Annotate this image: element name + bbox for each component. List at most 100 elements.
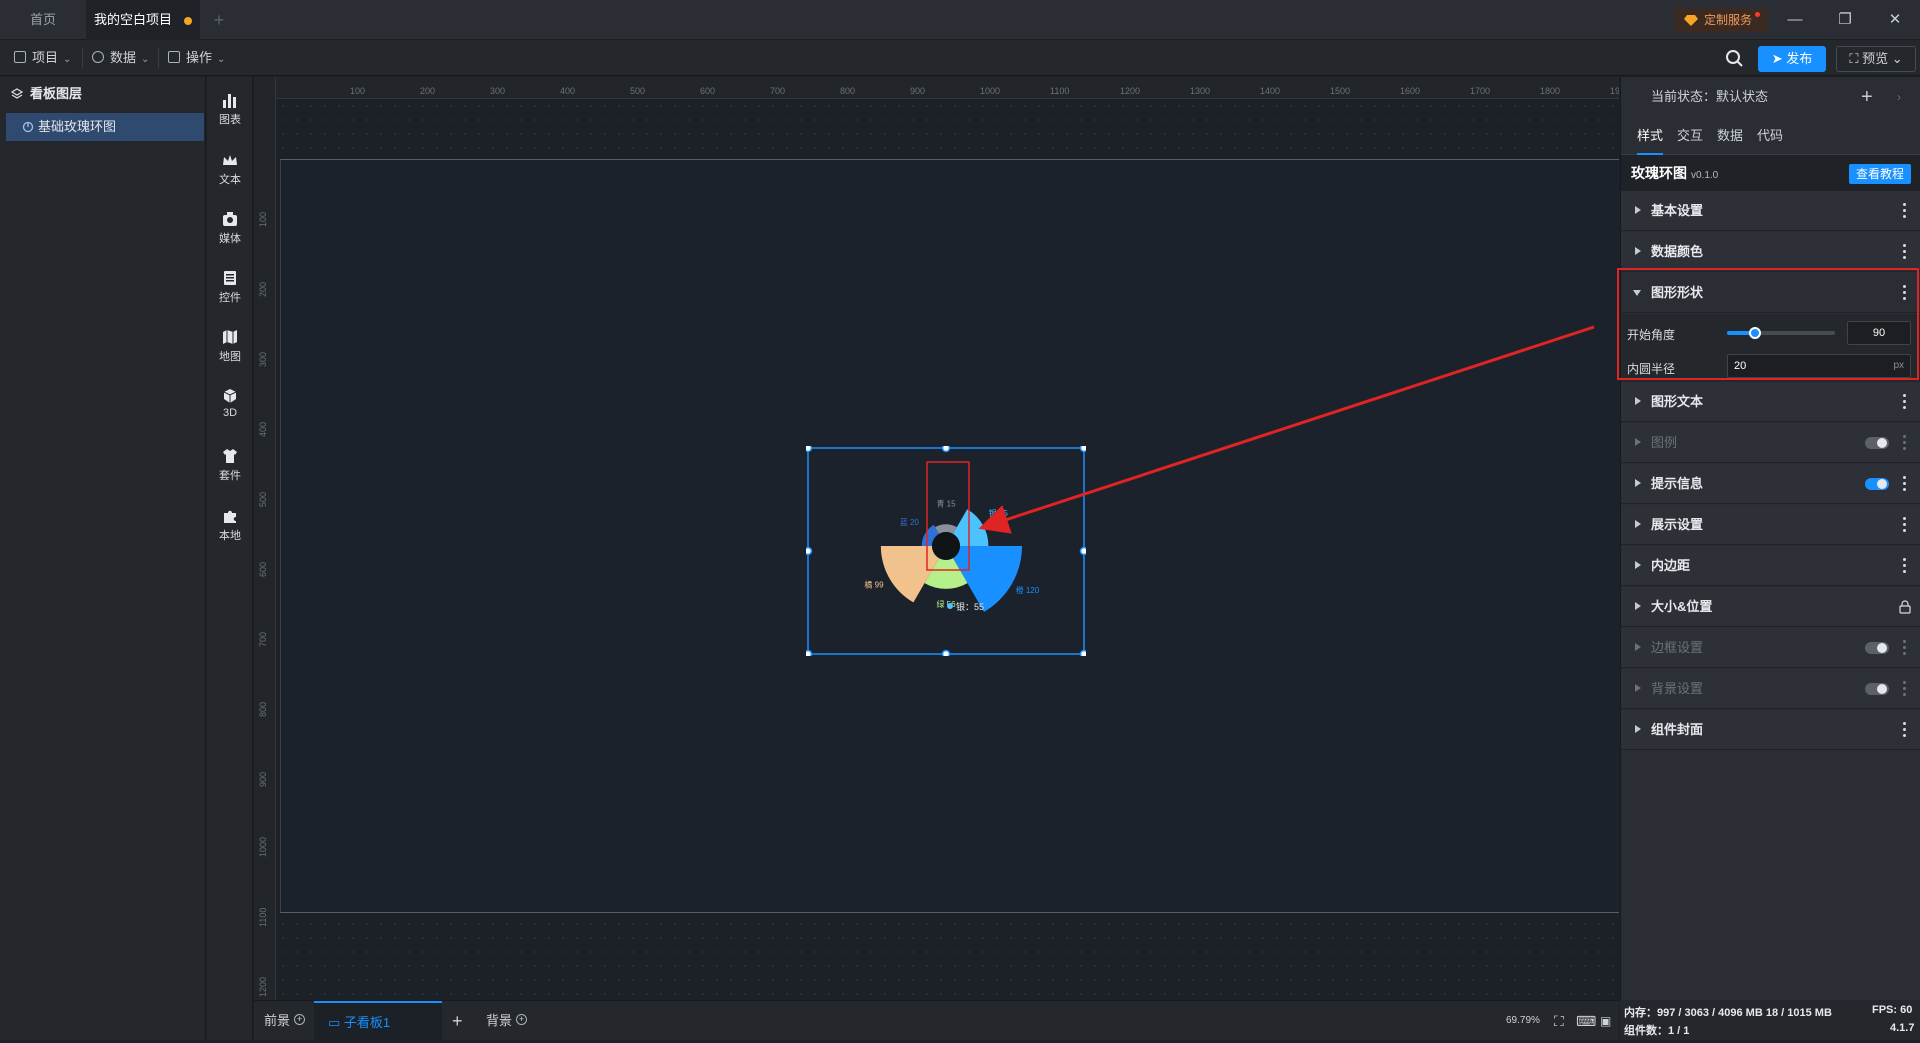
section-label: 大小&位置 bbox=[1651, 599, 1713, 614]
publish-button[interactable]: ➤ 发布 bbox=[1758, 46, 1826, 72]
more-icon[interactable] bbox=[1903, 394, 1907, 410]
background-tab[interactable]: 背景 + bbox=[486, 1001, 528, 1041]
component-media-label: 媒体 bbox=[219, 233, 241, 245]
add-circle-icon[interactable]: + bbox=[516, 1014, 528, 1025]
more-icon[interactable] bbox=[1903, 476, 1907, 492]
fit-screen-icon[interactable]: ⛶ bbox=[1554, 1001, 1564, 1041]
component-chart[interactable]: 图表 bbox=[207, 83, 253, 135]
view-tutorial-button[interactable]: 查看教程 bbox=[1849, 164, 1911, 184]
project-menu[interactable]: 项目 ⌄ bbox=[14, 40, 71, 76]
more-icon[interactable] bbox=[1903, 244, 1907, 260]
send-icon: ➤ bbox=[1771, 51, 1787, 66]
resize-handle[interactable] bbox=[806, 546, 813, 556]
ruler-tick-label: 900 bbox=[258, 771, 268, 787]
close-icon[interactable]: ✕ bbox=[1870, 0, 1920, 40]
tab-code[interactable]: 代码 bbox=[1757, 117, 1783, 155]
keyboard-icon[interactable]: ⌨ bbox=[1576, 1001, 1596, 1041]
more-icon[interactable] bbox=[1903, 640, 1907, 656]
tooltip-toggle[interactable] bbox=[1865, 478, 1889, 490]
operate-menu[interactable]: 操作 ⌄ bbox=[168, 40, 225, 76]
shirt-icon bbox=[223, 449, 237, 463]
more-icon[interactable] bbox=[1903, 681, 1907, 697]
section-legend[interactable]: 图例 bbox=[1621, 423, 1920, 463]
lock-icon[interactable] bbox=[1899, 600, 1911, 614]
resize-handle[interactable] bbox=[941, 446, 951, 453]
section-background[interactable]: 背景设置 bbox=[1621, 669, 1920, 709]
ruler-top: 100 200 300 400 500 600 700 800 900 1000 1100 1200 1… bbox=[254, 77, 1619, 99]
layer-item-rose-chart[interactable]: 基础玫瑰环图 bbox=[6, 113, 204, 141]
more-icon[interactable] bbox=[1903, 517, 1907, 533]
tab-data[interactable]: 数据 bbox=[1717, 117, 1743, 155]
data-menu[interactable]: 数据 ⌄ bbox=[92, 40, 149, 76]
chevron-right-icon bbox=[1635, 520, 1641, 528]
component-3d[interactable]: 3D bbox=[207, 379, 253, 431]
more-icon[interactable] bbox=[1903, 435, 1907, 451]
more-icon[interactable] bbox=[1903, 203, 1907, 219]
border-toggle[interactable] bbox=[1865, 642, 1889, 654]
tab-style[interactable]: 样式 bbox=[1637, 117, 1664, 155]
terminal-icon[interactable]: ▣ bbox=[1600, 1001, 1611, 1041]
resize-handle[interactable] bbox=[1079, 446, 1087, 453]
more-icon[interactable] bbox=[1903, 722, 1907, 738]
canvas-area[interactable]: 100 200 300 400 500 600 700 800 900 1000 1100 1200 1… bbox=[254, 77, 1619, 1000]
section-data-color[interactable]: 数据颜色 bbox=[1621, 232, 1920, 272]
section-tooltip[interactable]: 提示信息 bbox=[1621, 464, 1920, 504]
canvas-margin-top bbox=[276, 99, 1619, 157]
add-state-button[interactable]: + bbox=[1861, 77, 1873, 117]
minimize-icon[interactable]: — bbox=[1770, 0, 1820, 40]
search-icon[interactable] bbox=[1722, 46, 1746, 70]
tab-home[interactable]: 首页 bbox=[0, 0, 86, 40]
property-panel: 当前状态：默认状态 + › 样式 交互 数据 代码 玫瑰环图 v0.1.0 查看教… bbox=[1620, 77, 1920, 1000]
component-suite[interactable]: 套件 bbox=[207, 439, 253, 491]
slice-label: 绿 56 bbox=[936, 600, 956, 609]
resize-handle[interactable] bbox=[1079, 649, 1087, 657]
resize-handle[interactable] bbox=[1079, 546, 1087, 556]
restore-icon[interactable]: ❐ bbox=[1820, 0, 1870, 40]
tooltip-marker bbox=[947, 603, 953, 609]
background-toggle[interactable] bbox=[1865, 683, 1889, 695]
preview-button[interactable]: ⛶ 预览 ⌄ bbox=[1836, 46, 1916, 72]
component-map-label: 地图 bbox=[219, 351, 241, 363]
section-basic-settings[interactable]: 基本设置 bbox=[1621, 191, 1920, 231]
resize-handle[interactable] bbox=[941, 649, 951, 657]
section-padding[interactable]: 内边距 bbox=[1621, 546, 1920, 586]
zoom-level[interactable]: 69.79% bbox=[1506, 1001, 1540, 1041]
component-media[interactable]: 媒体 bbox=[207, 202, 253, 254]
foreground-tab[interactable]: 前景 + bbox=[264, 1001, 306, 1041]
section-display[interactable]: 展示设置 bbox=[1621, 505, 1920, 545]
component-text[interactable]: 文本 bbox=[207, 143, 253, 195]
add-tab-button[interactable]: + bbox=[206, 0, 232, 40]
ruler-tick-label: 1000 bbox=[258, 836, 268, 857]
tab-project[interactable]: 我的空白项目 bbox=[86, 0, 200, 40]
tab-interaction[interactable]: 交互 bbox=[1677, 117, 1703, 155]
component-chart-label: 图表 bbox=[219, 114, 241, 126]
component-text-label: 文本 bbox=[219, 174, 241, 186]
component-suite-label: 套件 bbox=[219, 470, 241, 482]
section-cover[interactable]: 组件封面 bbox=[1621, 710, 1920, 750]
ruler-tick-label: 800 bbox=[258, 701, 268, 717]
tooltip-text: 银：55 bbox=[956, 601, 984, 612]
chart-icon bbox=[22, 121, 34, 133]
ruler-tick-label: 700 bbox=[258, 631, 268, 647]
section-border[interactable]: 边框设置 bbox=[1621, 628, 1920, 668]
rose-chart[interactable]: 橙 120 绿 56 橘 99 蓝 20 青 15 银 55 银：55 bbox=[806, 446, 1086, 656]
section-shape-text[interactable]: 图形文本 bbox=[1621, 382, 1920, 422]
custom-service-button[interactable]: 定制服务 bbox=[1674, 8, 1768, 32]
resize-handle[interactable] bbox=[806, 446, 813, 453]
sub-board-tab[interactable]: ▭ 子看板1 bbox=[314, 1001, 442, 1041]
section-size-position[interactable]: 大小&位置 bbox=[1621, 587, 1920, 627]
chevron-right-icon[interactable]: › bbox=[1897, 77, 1901, 117]
more-icon[interactable] bbox=[1903, 558, 1907, 574]
chevron-right-icon bbox=[1635, 725, 1641, 733]
ruler-tick-label: 1600 bbox=[1400, 86, 1421, 96]
component-control[interactable]: 控件 bbox=[207, 261, 253, 313]
ruler-tick-label: 1300 bbox=[1190, 86, 1211, 96]
component-local[interactable]: 本地 bbox=[207, 499, 253, 551]
ruler-tick-label: 1100 bbox=[258, 907, 268, 927]
add-circle-icon[interactable]: + bbox=[294, 1014, 306, 1025]
add-board-button[interactable]: + bbox=[452, 1001, 463, 1041]
component-map[interactable]: 地图 bbox=[207, 320, 253, 372]
resize-handle[interactable] bbox=[806, 649, 813, 657]
title-bar: 首页 我的空白项目 + 定制服务 — ❐ ✕ bbox=[0, 0, 1920, 40]
legend-toggle[interactable] bbox=[1865, 437, 1889, 449]
